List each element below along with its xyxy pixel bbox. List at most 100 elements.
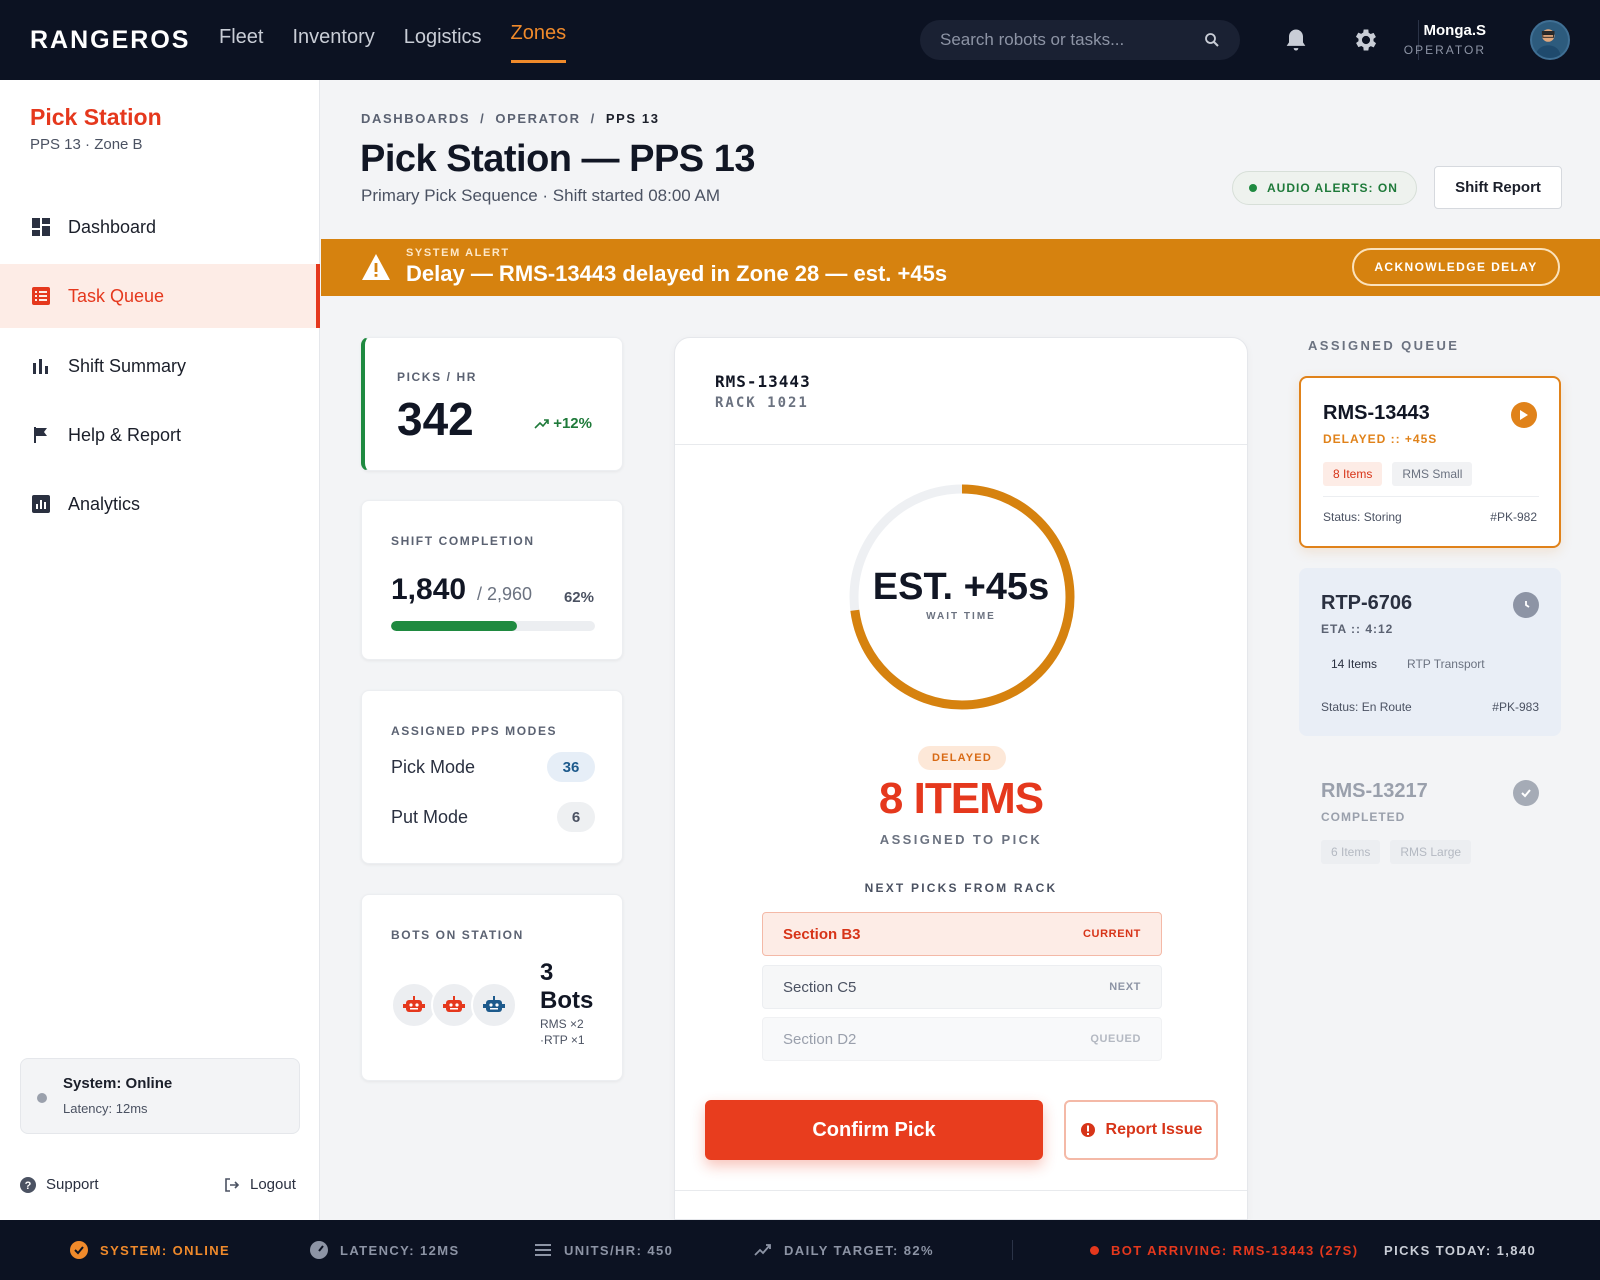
status-system: SYSTEM: ONLINE bbox=[70, 1220, 230, 1280]
support-label: Support bbox=[46, 1176, 99, 1193]
logout-label: Logout bbox=[250, 1176, 296, 1193]
bots-mix: RMS ×2 ·RTP ×1 bbox=[540, 1016, 585, 1048]
user-role: OPERATOR bbox=[1403, 43, 1486, 57]
section-row-queued[interactable]: Section D2 QUEUED bbox=[762, 1017, 1162, 1061]
shift-report-button[interactable]: Shift Report bbox=[1434, 166, 1562, 209]
clock-icon bbox=[1513, 592, 1539, 618]
queue-card-tags: 6 Items RMS Large bbox=[1321, 840, 1472, 864]
nav-link-fleet[interactable]: Fleet bbox=[219, 26, 263, 63]
system-status-title: System: Online bbox=[63, 1075, 173, 1092]
search-box bbox=[920, 20, 1240, 60]
mode-row-put[interactable]: Put Mode 6 bbox=[391, 802, 595, 832]
system-alert-banner: SYSTEM ALERT Delay — RMS-13443 delayed i… bbox=[321, 239, 1600, 296]
dashboard-icon bbox=[32, 218, 50, 236]
section-name: Section D2 bbox=[783, 1030, 857, 1048]
check-circle-icon bbox=[70, 1241, 88, 1259]
completion-percent: 62% bbox=[563, 589, 594, 606]
sidebar-item-label: Help & Report bbox=[68, 424, 182, 445]
section-row-current[interactable]: Section B3 CURRENT bbox=[762, 912, 1162, 956]
breadcrumb-dashboards[interactable]: DASHBOARDS bbox=[361, 111, 470, 126]
flag-icon bbox=[34, 427, 47, 443]
help-circle-icon: ? bbox=[20, 1176, 36, 1193]
section-row-next[interactable]: Section C5 NEXT bbox=[762, 965, 1162, 1009]
gear-icon[interactable] bbox=[1352, 26, 1380, 54]
audio-alerts-toggle[interactable]: AUDIO ALERTS: ON bbox=[1232, 171, 1417, 205]
section-state: QUEUED bbox=[1090, 1033, 1141, 1045]
nav-link-inventory[interactable]: Inventory bbox=[292, 26, 374, 63]
bots-mix-line: ·RTP ×1 bbox=[540, 1033, 585, 1047]
sidebar-item-task-queue[interactable]: Task Queue bbox=[0, 264, 320, 328]
sidebar: Pick Station PPS 13 · Zone B Dashboard T… bbox=[0, 80, 320, 1220]
status-bar: SYSTEM: ONLINE LATENCY: 12MS UNITS/HR: 4… bbox=[0, 1220, 1600, 1280]
task-robot-id: RMS-13443 bbox=[715, 372, 811, 391]
section-name: Section B3 bbox=[783, 925, 861, 943]
shift-completion-card: SHIFT COMPLETION 1,840 / 2,960 62% bbox=[361, 500, 623, 660]
bell-icon[interactable] bbox=[1282, 26, 1310, 54]
modes-label: ASSIGNED PPS MODES bbox=[391, 724, 558, 738]
bots-label: BOTS ON STATION bbox=[391, 928, 524, 942]
status-bot-arriving[interactable]: BOT ARRIVING: RMS-13443 (27S) bbox=[1090, 1220, 1358, 1280]
queue-card-upcoming[interactable]: RTP-6706 ETA :: 4:12 14 Items RTP Transp… bbox=[1299, 568, 1561, 736]
queue-card-id: RTP-6706 bbox=[1321, 592, 1413, 614]
wait-time-value: EST. +45s bbox=[872, 566, 1050, 608]
sidebar-title: Pick Station bbox=[30, 104, 162, 130]
sidebar-item-shift-summary[interactable]: Shift Summary bbox=[0, 334, 320, 398]
tag: 14 Items bbox=[1331, 657, 1378, 671]
queue-card-tags: 8 Items RMS Small bbox=[1323, 462, 1473, 486]
alert-circle-icon bbox=[1080, 1123, 1095, 1137]
queue-card-active[interactable]: RMS-13443 DELAYED :: +45S 8 Items RMS Sm… bbox=[1299, 376, 1561, 548]
mode-count-badge: 6 bbox=[557, 802, 595, 832]
sidebar-item-label: Shift Summary bbox=[68, 355, 187, 376]
logout-link[interactable]: Logout bbox=[224, 1176, 296, 1193]
sidebar-item-label: Analytics bbox=[68, 493, 141, 514]
items-subtitle: ASSIGNED TO PICK bbox=[879, 832, 1043, 847]
section-state: CURRENT bbox=[1083, 928, 1141, 940]
robot-icon bbox=[483, 996, 505, 1012]
mode-row-pick[interactable]: Pick Mode 36 bbox=[391, 752, 595, 782]
queue-card-divider bbox=[1323, 496, 1539, 497]
report-issue-button[interactable]: Report Issue bbox=[1064, 1100, 1218, 1160]
panel-divider bbox=[675, 1190, 1247, 1191]
status-picks-today: PICKS TODAY: 1,840 bbox=[1384, 1220, 1536, 1280]
sidebar-item-dashboard[interactable]: Dashboard bbox=[0, 195, 320, 259]
search-icon[interactable] bbox=[1204, 32, 1220, 48]
avatar[interactable] bbox=[1530, 20, 1570, 60]
breadcrumb: DASHBOARDS / OPERATOR / PPS 13 bbox=[361, 111, 660, 126]
page-title: Pick Station — PPS 13 bbox=[360, 138, 755, 180]
sidebar-item-help-report[interactable]: Help & Report bbox=[0, 403, 320, 467]
play-icon[interactable] bbox=[1511, 402, 1537, 428]
svg-text:?: ? bbox=[25, 1180, 32, 1192]
section-name: Section C5 bbox=[783, 978, 857, 996]
bot-chip[interactable] bbox=[471, 982, 517, 1028]
confirm-pick-button[interactable]: Confirm Pick bbox=[705, 1100, 1043, 1160]
nav-link-logistics[interactable]: Logistics bbox=[404, 26, 482, 63]
support-link[interactable]: ? Support bbox=[20, 1176, 99, 1193]
picks-label: PICKS / HR bbox=[397, 370, 478, 384]
report-issue-label: Report Issue bbox=[1105, 1121, 1203, 1138]
picks-trend-value: +12% bbox=[553, 415, 592, 432]
search-input[interactable] bbox=[940, 30, 1204, 50]
brand-logo[interactable]: RANGEROS bbox=[30, 26, 190, 55]
queue-card-status: COMPLETED bbox=[1321, 810, 1406, 824]
bots-mix-line: RMS ×2 bbox=[540, 1017, 584, 1031]
system-status-card: System: Online Latency: 12ms bbox=[20, 1058, 300, 1134]
breadcrumb-separator: / bbox=[590, 111, 596, 126]
warning-icon bbox=[362, 254, 390, 280]
check-glyph bbox=[1521, 789, 1531, 798]
breadcrumb-separator: / bbox=[480, 111, 486, 126]
queue-card-completed[interactable]: RMS-13217 COMPLETED 6 Items RMS Large bbox=[1299, 756, 1561, 906]
queue-card-id: RMS-13443 bbox=[1323, 402, 1430, 424]
queue-card-status: DELAYED :: +45S bbox=[1323, 432, 1438, 446]
status-dot bbox=[1090, 1245, 1099, 1255]
sidebar-item-analytics[interactable]: Analytics bbox=[0, 472, 320, 536]
acknowledge-delay-button[interactable]: ACKNOWLEDGE DELAY bbox=[1352, 248, 1560, 286]
avatar-icon bbox=[1535, 29, 1561, 58]
section-state: NEXT bbox=[1109, 981, 1141, 993]
bar-chart-icon bbox=[33, 359, 48, 374]
trend-up-icon bbox=[754, 1244, 771, 1256]
breadcrumb-operator[interactable]: OPERATOR bbox=[495, 111, 580, 126]
nav-link-zones[interactable]: Zones bbox=[510, 22, 567, 63]
analytics-icon bbox=[32, 495, 50, 513]
queue-card-ref: #PK-983 bbox=[1492, 700, 1539, 714]
bots-count-value: 3 bbox=[540, 959, 554, 986]
